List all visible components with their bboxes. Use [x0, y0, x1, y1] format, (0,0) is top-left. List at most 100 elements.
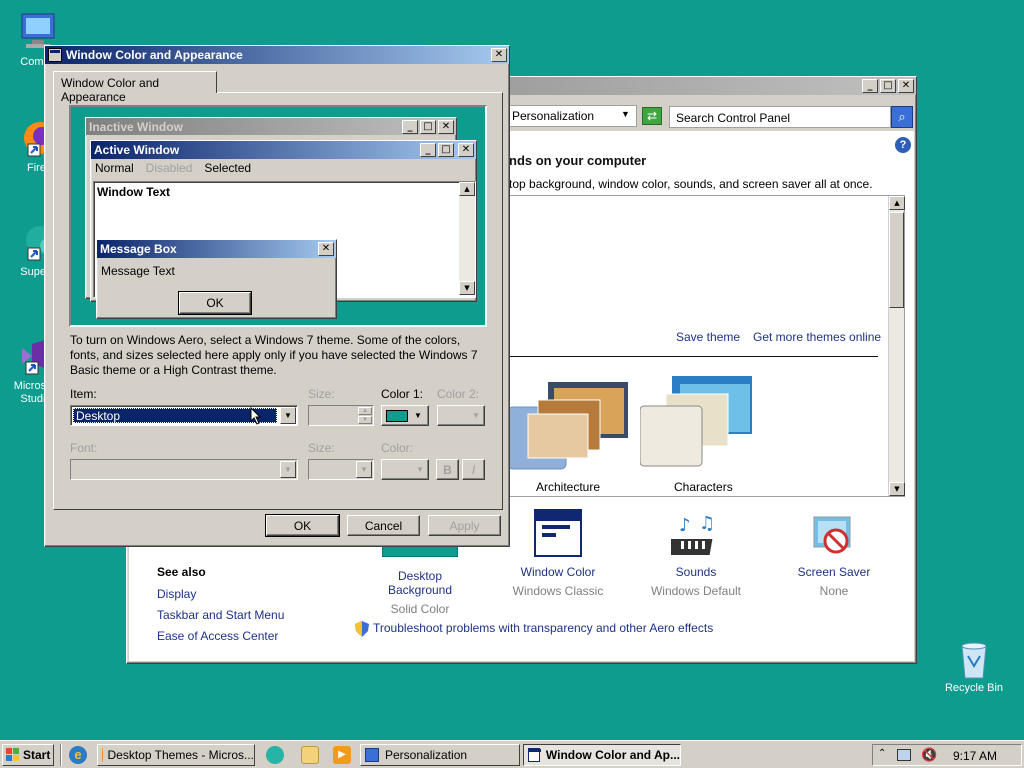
scroll-down-arrow-icon[interactable]: ▼	[889, 482, 905, 496]
help-icon[interactable]: ?	[895, 137, 911, 153]
mouse-cursor-icon	[250, 406, 262, 425]
preview-inactive-title: Inactive Window	[89, 119, 183, 134]
refresh-icon[interactable]: ⇄	[642, 107, 662, 125]
maximize-button[interactable]: □	[880, 79, 896, 93]
item-dropdown-arrow-icon[interactable]: ▼	[280, 407, 296, 424]
desktop-icon-recycle-bin[interactable]: Recycle Bin	[938, 636, 1010, 695]
see-also-display-link[interactable]: Display	[157, 587, 196, 601]
minimize-icon: _	[420, 143, 436, 157]
color2-dropdown-arrow-icon: ▼	[472, 411, 480, 420]
dialog-app-icon	[48, 48, 62, 62]
dialog-title: Window Color and Appearance	[66, 48, 243, 62]
minimize-icon: _	[402, 119, 418, 134]
search-icon[interactable]: ⌕	[891, 106, 913, 128]
theme-architecture[interactable]: Architecture	[507, 372, 638, 494]
tab-window-color[interactable]: Window Color and Appearance	[53, 71, 217, 104]
troubleshoot-link[interactable]: Troubleshoot problems with transparency …	[373, 621, 713, 635]
address-bar[interactable]: Personalization	[507, 105, 637, 127]
see-also-ease-of-access-link[interactable]: Ease of Access Center	[157, 629, 278, 643]
color1-swatch	[386, 409, 408, 422]
scroll-thumb[interactable]	[889, 212, 904, 308]
scroll-up-arrow-icon[interactable]: ▲	[889, 196, 905, 210]
preview-window-text: Window Text	[97, 185, 170, 199]
address-dropdown-arrow-icon[interactable]: ▼	[621, 109, 630, 119]
ie-quicklaunch-icon[interactable]: e	[69, 746, 87, 764]
scroll-up-arrow-icon: ▲	[459, 182, 475, 196]
maximize-icon: □	[420, 119, 436, 134]
window-color-item[interactable]: Window Color Windows Classic	[503, 509, 613, 598]
desktop-icon-label: Recycle Bin	[944, 682, 1004, 694]
get-more-themes-link[interactable]: Get more themes online	[753, 330, 881, 344]
preview-scrollbar: ▲ ▼	[459, 182, 475, 295]
sounds-item[interactable]: ♪ ♫ Sounds Windows Default	[641, 513, 751, 598]
close-icon: ✕	[458, 143, 474, 157]
font-dropdown-arrow-icon: ▼	[280, 461, 296, 478]
desktop-background-item[interactable]: Desktop Background Solid Color	[365, 543, 475, 616]
ok-button[interactable]: OK	[265, 514, 340, 537]
screen-saver-item[interactable]: Screen Saver None	[779, 513, 889, 598]
volume-muted-icon[interactable]: 🔇	[921, 747, 937, 763]
explorer-quicklaunch-icon[interactable]	[301, 746, 319, 764]
menu-normal: Normal	[95, 161, 134, 175]
network-icon[interactable]	[897, 749, 911, 761]
theme-label: Characters	[674, 480, 733, 494]
color2-button: ▼	[437, 405, 485, 426]
item-combobox[interactable]: Desktop ▼	[70, 405, 298, 426]
desktop-background-sub: Solid Color	[390, 602, 450, 616]
media-player-quicklaunch-icon[interactable]: ▶	[333, 746, 351, 764]
minimize-button[interactable]: _	[862, 79, 878, 93]
recycle-bin-icon	[952, 636, 996, 680]
theme-characters[interactable]: Characters	[639, 372, 770, 494]
svg-text:♪: ♪	[679, 515, 691, 536]
supernova-quicklaunch-icon[interactable]	[266, 746, 284, 764]
themes-scrollbar[interactable]: ▲ ▼	[888, 196, 905, 496]
cancel-button[interactable]: Cancel	[347, 515, 420, 536]
see-also-title: See also	[157, 565, 206, 579]
screen-saver-label: Screen Saver	[797, 565, 871, 579]
window-color-small-icon	[528, 748, 541, 762]
taskbar-button-label: Desktop Themes - Micros...	[107, 748, 254, 762]
font-size-dropdown-arrow-icon: ▼	[356, 461, 372, 478]
taskbar: Start e Desktop Themes - Micros... ▶ Per…	[0, 740, 1024, 768]
firefox-icon	[102, 748, 103, 762]
page-subtext: top background, window color, sounds, an…	[509, 177, 873, 191]
sounds-label: Sounds	[675, 565, 717, 579]
taskbar-button-label: Personalization	[385, 748, 468, 762]
window-color-sub: Windows Classic	[512, 584, 604, 598]
preview-msgbox-text: Message Text	[101, 264, 175, 278]
preview-menubar: Normal Disabled Selected	[91, 159, 476, 177]
shield-icon	[355, 621, 369, 637]
color1-button[interactable]: ▼	[381, 405, 429, 426]
search-input[interactable]: Search Control Panel	[669, 106, 891, 128]
svg-text:♫: ♫	[699, 513, 715, 534]
close-icon: ✕	[318, 242, 334, 256]
see-also-taskbar-link[interactable]: Taskbar and Start Menu	[157, 608, 284, 622]
font-size-combobox: ▼	[308, 459, 374, 480]
close-button[interactable]: ✕	[898, 79, 914, 93]
taskbar-button-window-color[interactable]: Window Color and Ap...	[523, 744, 681, 766]
clock[interactable]: 9:17 AM	[953, 749, 997, 763]
item-selected-value: Desktop	[73, 408, 277, 423]
preview-active-titlebar: Active Window _ □ ✕	[91, 141, 476, 159]
item-label: Item:	[70, 387, 97, 401]
font-size-label: Size:	[308, 441, 335, 455]
apply-button: Apply	[428, 515, 501, 536]
font-color-label: Color:	[381, 441, 414, 455]
taskbar-button-personalization[interactable]: Personalization	[360, 744, 520, 766]
bold-button: B	[436, 459, 459, 480]
color2-label: Color 2:	[437, 387, 480, 401]
taskbar-button-desktop-themes[interactable]: Desktop Themes - Micros...	[97, 744, 255, 766]
start-button[interactable]: Start	[2, 744, 54, 766]
save-theme-link[interactable]: Save theme	[676, 330, 740, 344]
tray-expand-icon[interactable]: ⌃	[878, 748, 886, 759]
italic-button: I	[462, 459, 485, 480]
dialog-close-button[interactable]: ✕	[491, 48, 507, 62]
search-placeholder: Search Control Panel	[676, 111, 791, 125]
preview-msgbox-title: Message Box	[100, 242, 177, 256]
start-label: Start	[23, 748, 51, 762]
address-text: Personalization	[512, 109, 595, 123]
maximize-icon: □	[438, 143, 454, 157]
system-tray: ⌃ 🔇 9:17 AM	[872, 744, 1022, 766]
sounds-icon: ♪ ♫	[667, 513, 721, 559]
taskbar-button-label: Window Color and Ap...	[545, 748, 680, 762]
